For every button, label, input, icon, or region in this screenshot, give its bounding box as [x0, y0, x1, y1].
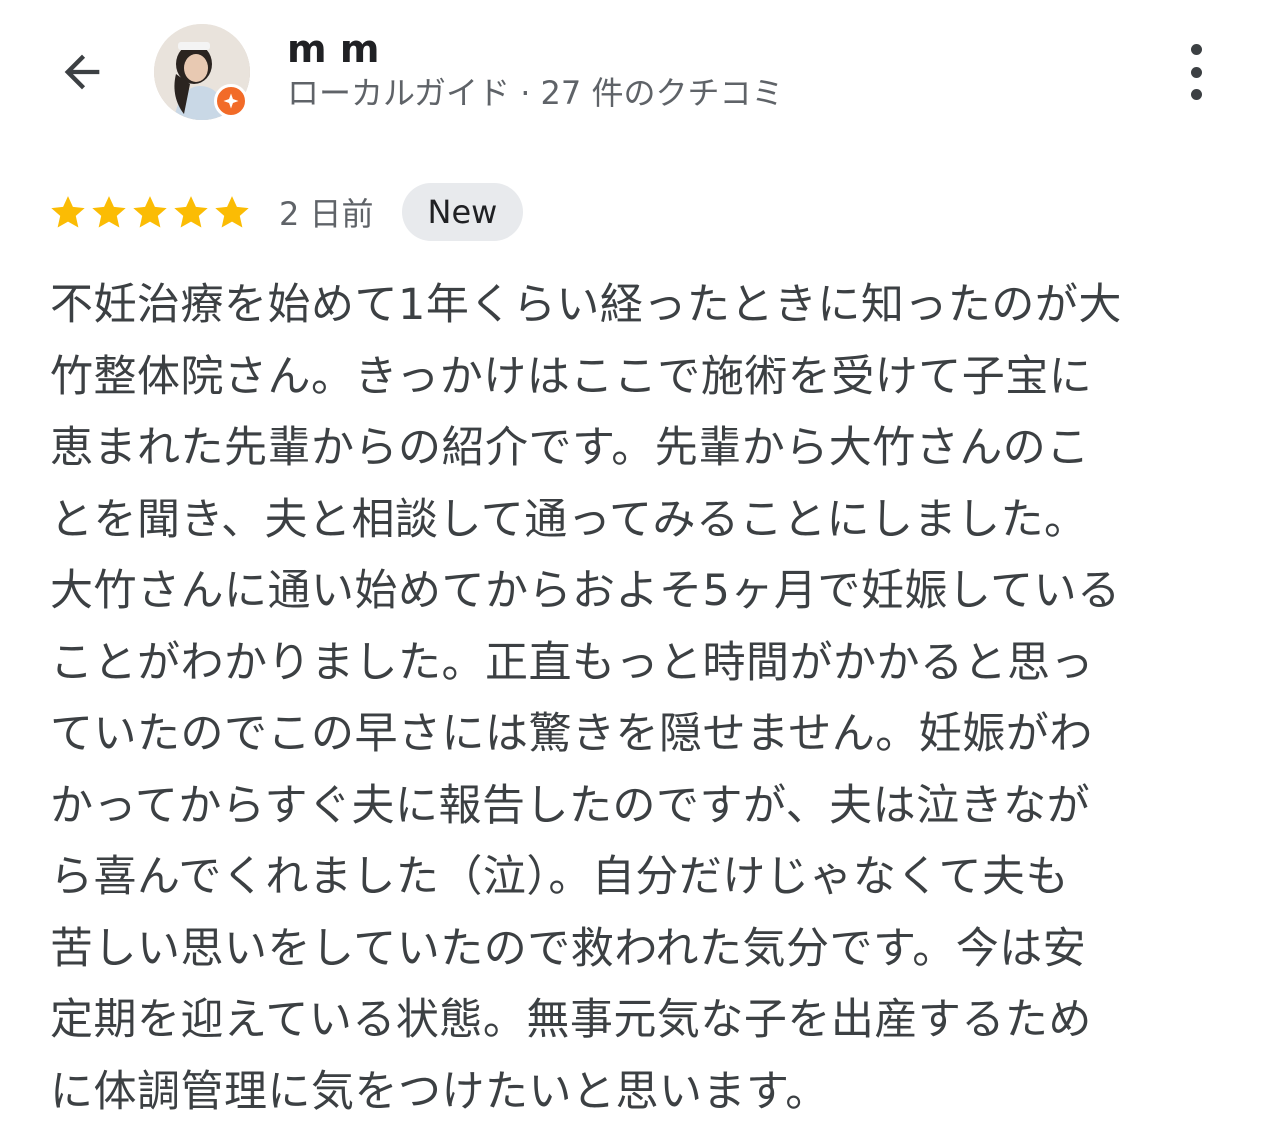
- more-dot: [1190, 66, 1202, 78]
- star-icon: [215, 196, 249, 228]
- user-name[interactable]: m m: [287, 26, 379, 72]
- review-time: 2 日前: [279, 195, 374, 233]
- local-guide-star-icon: [214, 84, 248, 118]
- more-dot: [1190, 89, 1202, 100]
- new-badge: New: [401, 183, 524, 241]
- star-icon: [51, 196, 85, 228]
- rating-row: 2 日前 New: [48, 180, 524, 244]
- star-icon: [174, 196, 208, 228]
- more-vert-icon[interactable]: [1176, 44, 1216, 100]
- star-icon: [133, 196, 167, 228]
- star-icon: [92, 196, 126, 228]
- back-button[interactable]: [50, 40, 114, 104]
- review-text: 不妊治療を始めて1年くらい経ったときに知ったのが大 竹整体院さん。きっかけはここ…: [50, 280, 1122, 1117]
- review-header: m m ローカルガイド · 27 件のクチコミ: [0, 0, 1280, 150]
- user-meta: ローカルガイド · 27 件のクチコミ: [287, 74, 784, 112]
- more-dot: [1190, 44, 1202, 55]
- star-rating: [48, 192, 253, 232]
- arrow-back-icon: [64, 54, 100, 90]
